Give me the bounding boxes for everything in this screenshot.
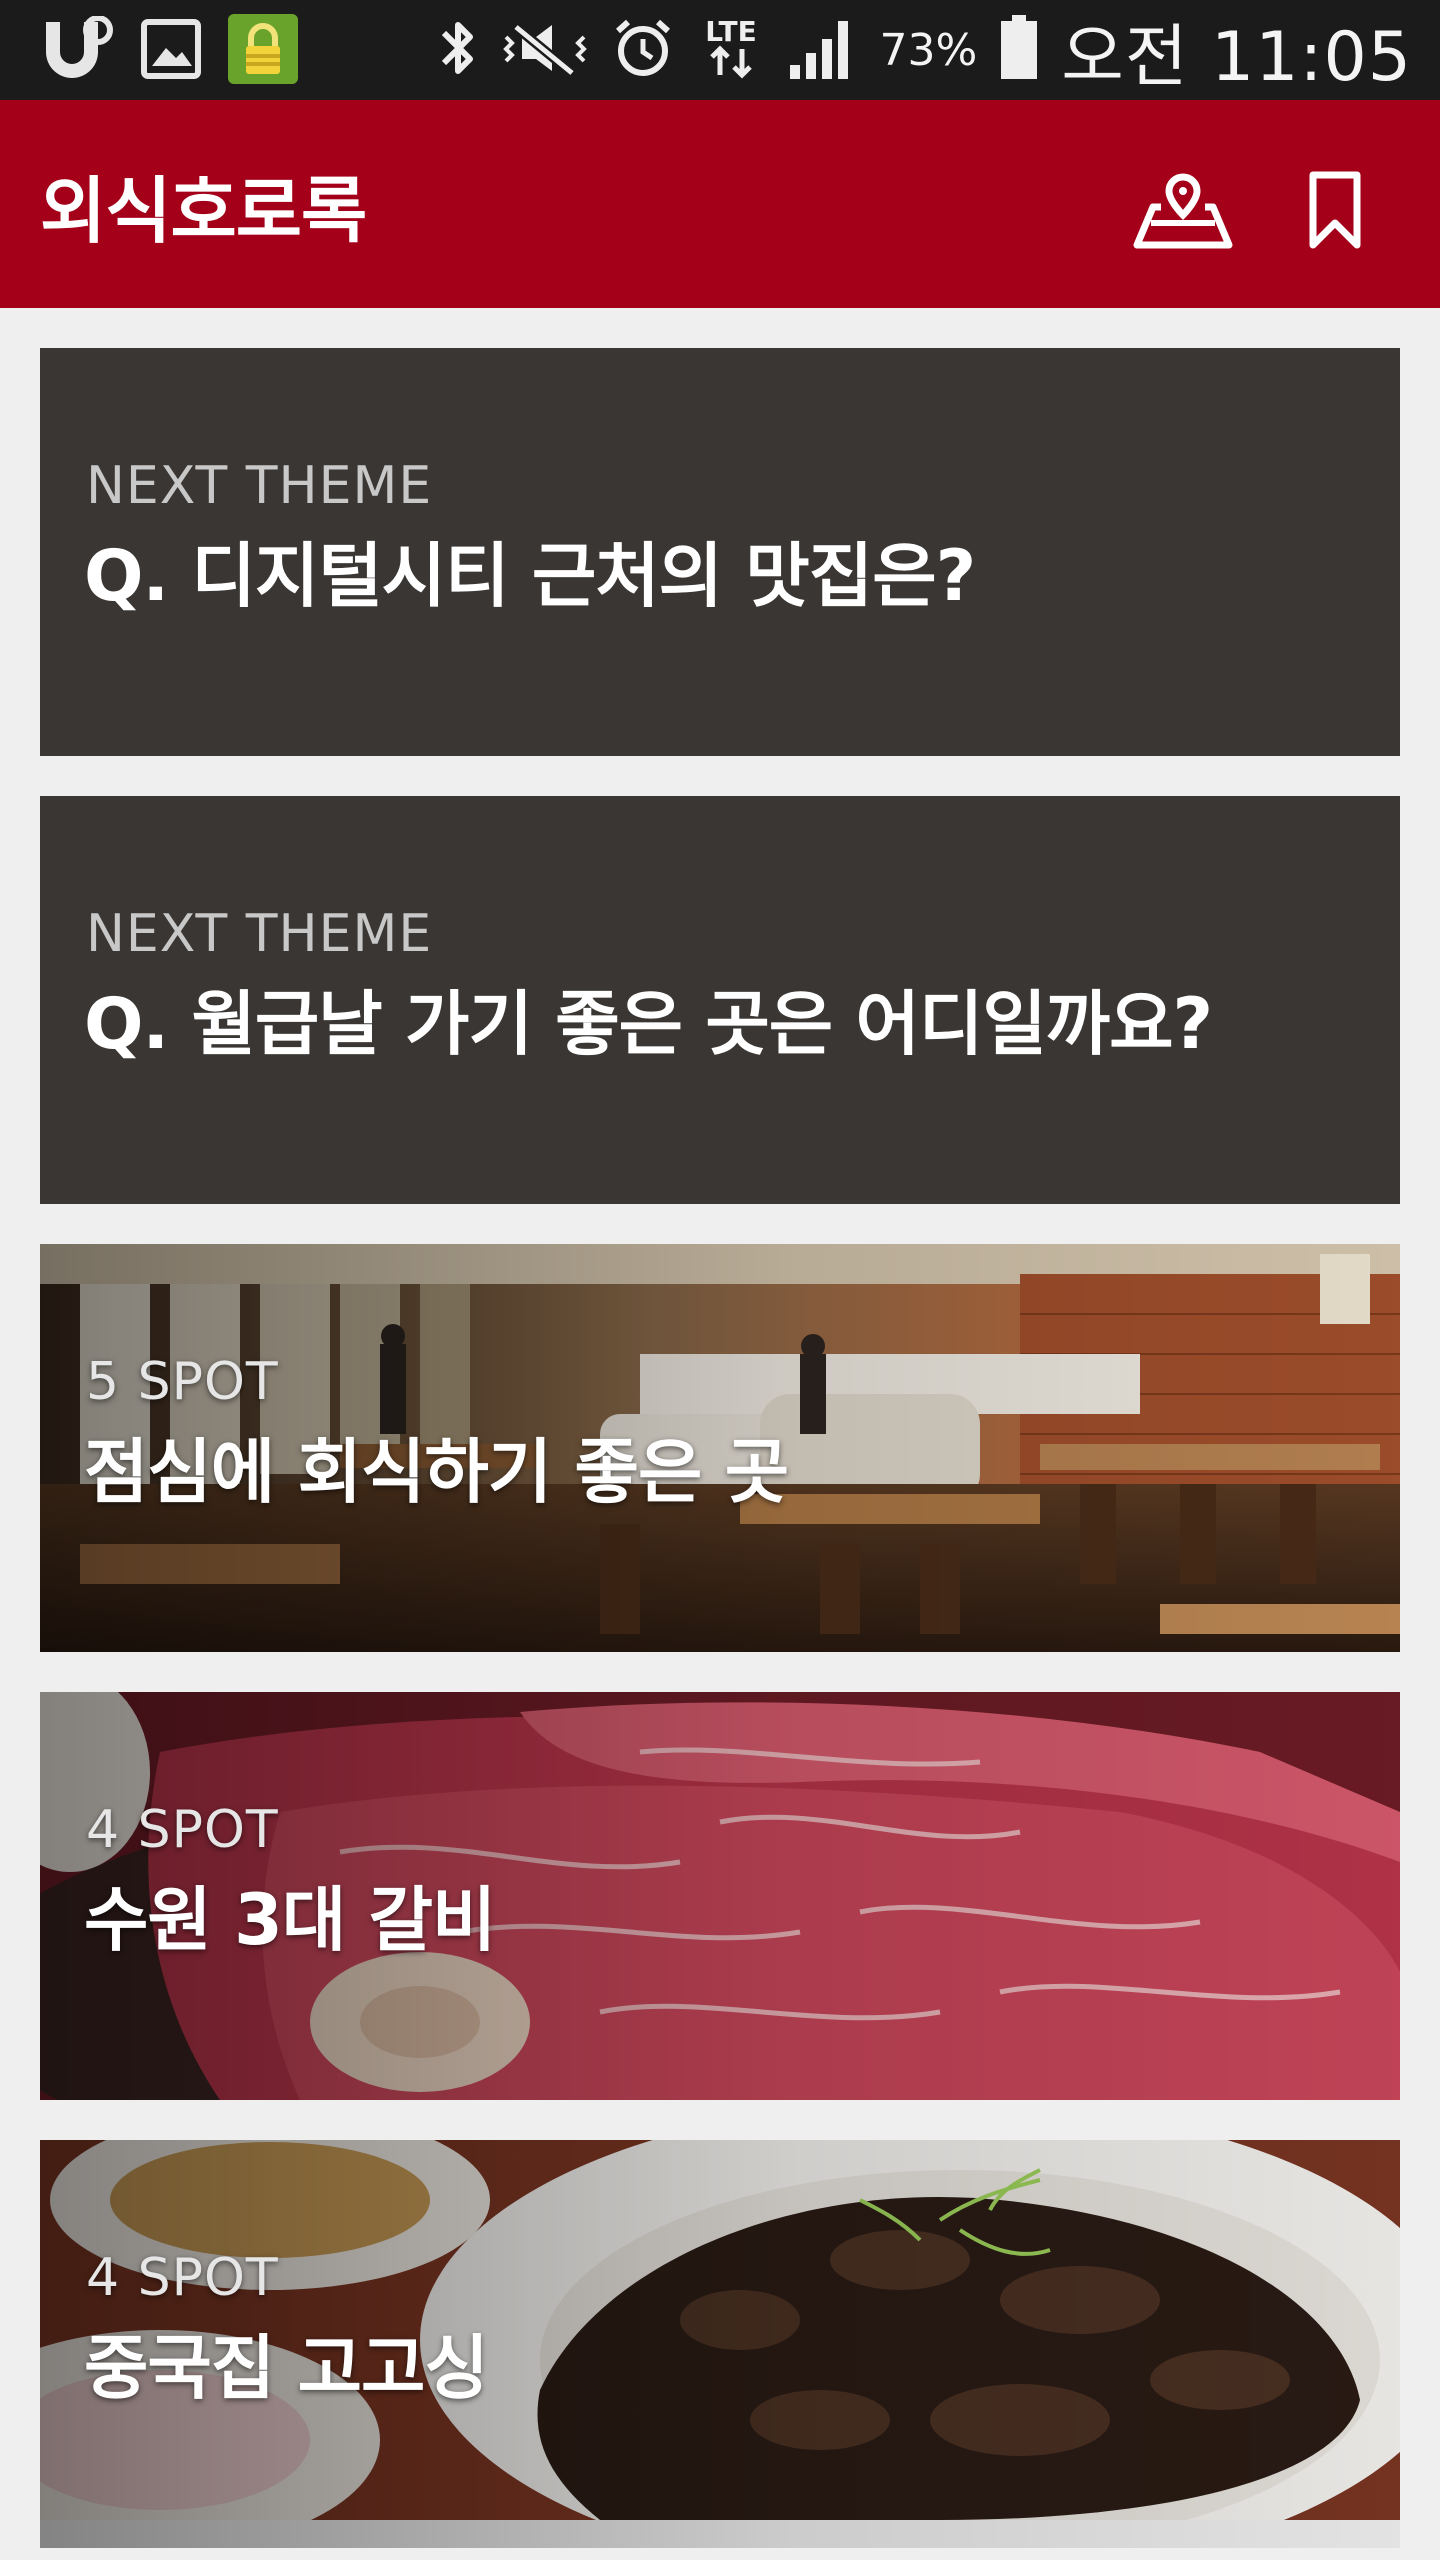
spot-card-chinese[interactable]: 4 SPOT 중국집 고고싱: [40, 2140, 1400, 2548]
map-pin-icon: [1131, 171, 1235, 255]
bookmark-icon: [1307, 171, 1363, 255]
alarm-icon: [612, 17, 674, 83]
spot-card-galbi[interactable]: 4 SPOT 수원 3대 갈비: [40, 1692, 1400, 2100]
vibrate-mute-icon: [500, 17, 590, 83]
clock: 오전 11:05: [1061, 17, 1412, 97]
lte-icon: LTE: [696, 13, 766, 87]
status-bar: LTE 73% 오전 11:05: [0, 0, 1440, 100]
theme-card[interactable]: NEXT THEME Q. 디지털시티 근처의 맛집은?: [40, 348, 1400, 756]
map-button[interactable]: [1128, 158, 1238, 268]
theme-label: NEXT THEME: [86, 456, 433, 516]
lte-label: LTE: [705, 15, 756, 48]
gallery-icon: [140, 18, 202, 84]
spot-title: 점심에 회식하기 좋은 곳: [84, 1431, 789, 1513]
app-title: 외식호로록: [40, 169, 367, 253]
battery-icon: [999, 15, 1039, 85]
spot-title: 중국집 고고싱: [84, 2327, 489, 2409]
bookmark-button[interactable]: [1280, 158, 1390, 268]
spot-count: 5 SPOT: [86, 1352, 279, 1412]
theme-question: Q. 디지털시티 근처의 맛집은?: [84, 535, 976, 617]
theme-card[interactable]: NEXT THEME Q. 월급날 가기 좋은 곳은 어디일까요?: [40, 796, 1400, 1204]
app-bar: 외식호로록: [0, 100, 1440, 308]
secure-lock-icon: [228, 14, 298, 88]
signal-icon: [788, 15, 858, 85]
theme-label: NEXT THEME: [86, 904, 433, 964]
spot-count: 4 SPOT: [86, 2248, 279, 2308]
u-plus-icon: [38, 15, 114, 86]
spot-card-lunch[interactable]: 5 SPOT 점심에 회식하기 좋은 곳: [40, 1244, 1400, 1652]
status-bar-right: LTE 73% 오전 11:05: [438, 0, 1413, 100]
theme-question: Q. 월급날 가기 좋은 곳은 어디일까요?: [84, 983, 1213, 1065]
battery-percentage: 73%: [879, 24, 978, 76]
bluetooth-icon: [438, 17, 478, 83]
spot-count: 4 SPOT: [86, 1800, 279, 1860]
status-bar-left: [38, 14, 298, 88]
spot-title: 수원 3대 갈비: [84, 1879, 496, 1961]
